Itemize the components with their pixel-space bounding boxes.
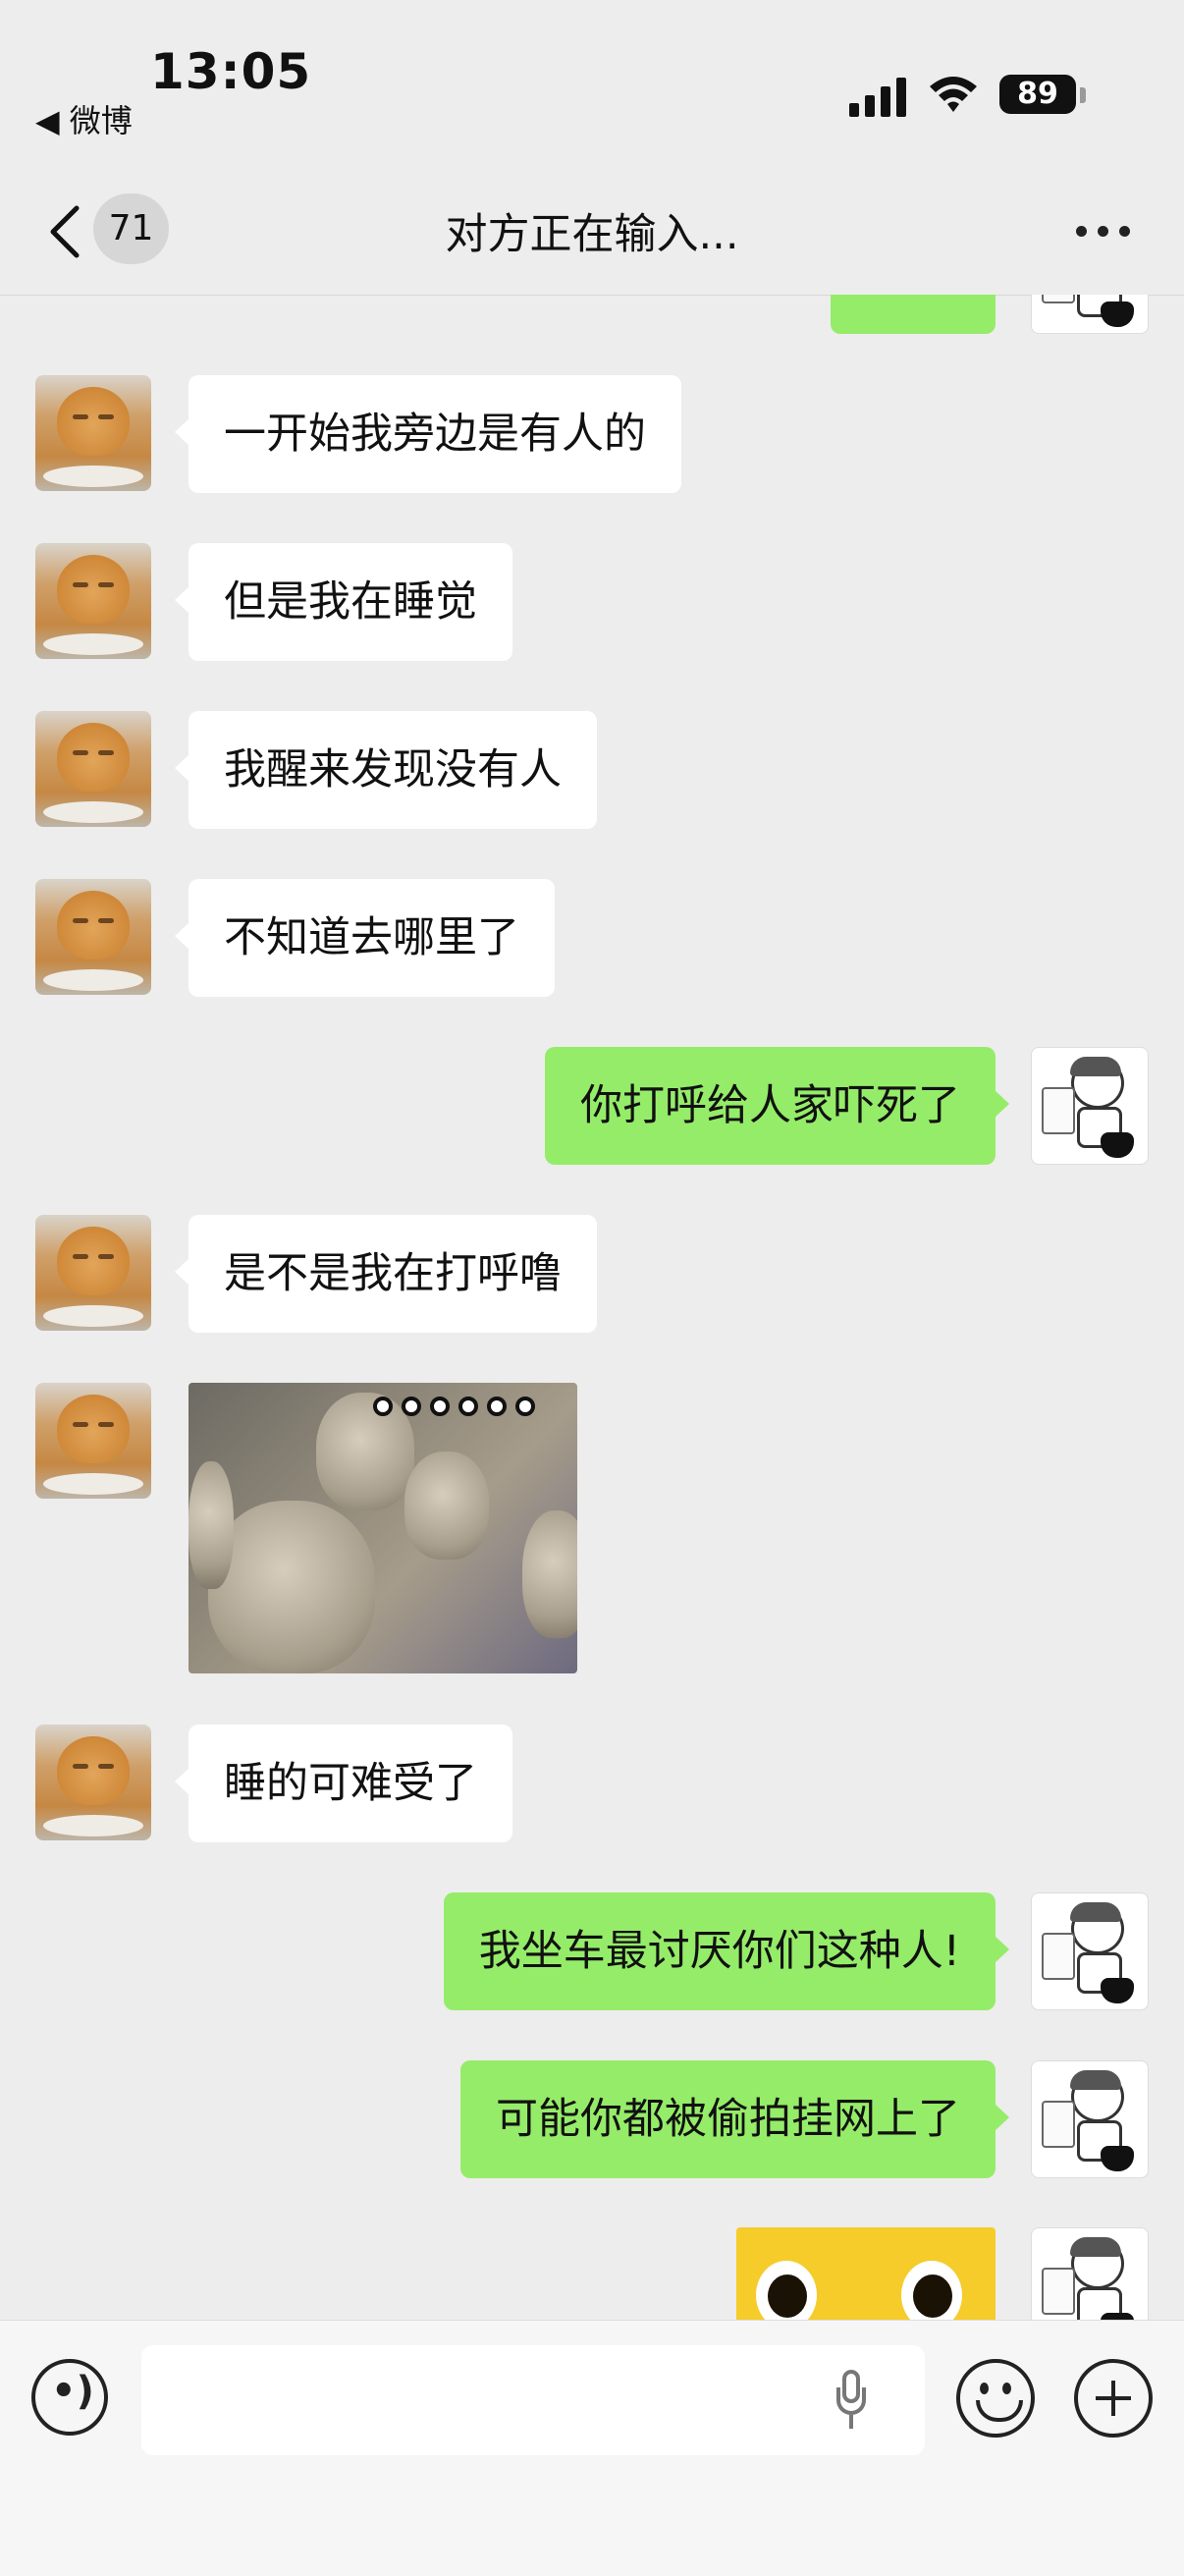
cellular-signal-icon bbox=[849, 76, 908, 117]
message-bubble[interactable]: 你打呼给人家吓死了 bbox=[545, 1047, 1009, 1165]
wifi-icon bbox=[930, 77, 977, 112]
message-bubble[interactable]: 我醒来发现没有人 bbox=[175, 711, 597, 829]
chat-header: 71 对方正在输入... bbox=[0, 167, 1184, 296]
back-to-app-link[interactable]: ◀ 微博 bbox=[35, 96, 133, 141]
my-avatar[interactable] bbox=[1031, 1892, 1149, 2010]
battery-icon: 89 bbox=[999, 75, 1076, 114]
message-bubble[interactable]: 一开始我旁边是有人的 bbox=[175, 375, 681, 493]
message-list[interactable]: 一开始我旁边是有人的 但是我在睡觉 我醒来发现没有人 不知道去哪里了 你打呼给人… bbox=[0, 295, 1184, 2320]
status-time: 13:05 bbox=[150, 43, 312, 100]
sticker-dots bbox=[373, 1397, 544, 1420]
contact-avatar[interactable] bbox=[35, 1383, 151, 1499]
emoji-icon[interactable] bbox=[956, 2359, 1035, 2438]
my-avatar[interactable] bbox=[1031, 2227, 1149, 2320]
message-bubble[interactable]: 不知道去哪里了 bbox=[175, 879, 555, 997]
message-bubble[interactable]: 是不是我在打呼噜 bbox=[175, 1215, 597, 1333]
message-bubble[interactable]: 睡的可难受了 bbox=[175, 1725, 512, 1842]
contact-avatar[interactable] bbox=[35, 711, 151, 827]
my-avatar[interactable] bbox=[1031, 2060, 1149, 2178]
sticker-image[interactable] bbox=[736, 2227, 996, 2320]
battery-nub bbox=[1080, 87, 1086, 103]
sticker-image[interactable] bbox=[188, 1383, 577, 1673]
mic-icon[interactable] bbox=[836, 2370, 866, 2435]
contact-avatar[interactable] bbox=[35, 543, 151, 659]
message-bubble-partial[interactable] bbox=[831, 295, 996, 334]
page-title: 对方正在输入... bbox=[445, 210, 739, 259]
my-avatar[interactable] bbox=[1031, 1047, 1149, 1165]
contact-avatar[interactable] bbox=[35, 1215, 151, 1331]
input-bar bbox=[0, 2320, 1184, 2576]
unread-count-badge[interactable]: 71 bbox=[93, 193, 169, 264]
more-icon[interactable] bbox=[1076, 226, 1131, 240]
back-chevron-icon[interactable] bbox=[39, 202, 98, 261]
contact-avatar[interactable] bbox=[35, 375, 151, 491]
message-bubble[interactable]: 我坐车最讨厌你们这种人! bbox=[443, 1892, 1010, 2010]
message-input[interactable] bbox=[141, 2345, 925, 2455]
my-avatar[interactable] bbox=[1031, 295, 1149, 334]
contact-avatar[interactable] bbox=[35, 1725, 151, 1840]
message-bubble[interactable]: 但是我在睡觉 bbox=[175, 543, 512, 661]
contact-avatar[interactable] bbox=[35, 879, 151, 995]
voice-icon[interactable] bbox=[31, 2359, 108, 2436]
plus-icon[interactable] bbox=[1074, 2359, 1153, 2438]
message-bubble[interactable]: 可能你都被偷拍挂网上了 bbox=[460, 2060, 1009, 2178]
status-bar: 13:05 ◀ 微博 89 bbox=[0, 0, 1184, 167]
